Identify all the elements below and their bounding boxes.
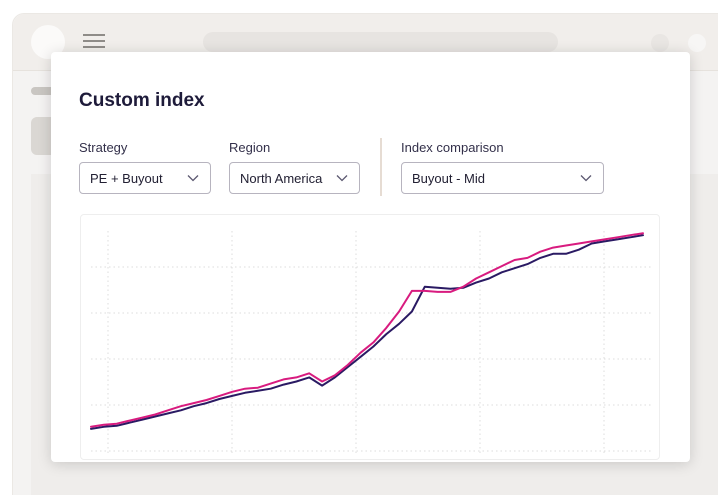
filter-divider (380, 138, 382, 196)
series-line-index (90, 234, 644, 430)
header-profile-icon[interactable] (688, 34, 706, 52)
region-select[interactable]: North America (229, 162, 360, 194)
search-bar[interactable] (203, 32, 558, 52)
region-label: Region (229, 140, 271, 155)
chevron-down-icon (336, 175, 348, 182)
header-action-icon[interactable] (651, 34, 669, 52)
strategy-select-value: PE + Buyout (90, 170, 163, 186)
chevron-down-icon (580, 175, 592, 182)
series-line-custom (90, 232, 644, 428)
chart-grid (91, 231, 651, 455)
index-comparison-select[interactable]: Buyout - Mid (401, 162, 604, 194)
hamburger-icon[interactable] (83, 34, 105, 50)
chevron-down-icon (187, 175, 199, 182)
strategy-label: Strategy (79, 140, 128, 155)
screen: Custom index Strategy PE + Buyout Region… (0, 0, 718, 495)
index-comparison-select-value: Buyout - Mid (412, 170, 485, 186)
index-comparison-label: Index comparison (401, 140, 504, 155)
chart-panel (80, 214, 660, 460)
chart-series (90, 232, 644, 430)
custom-index-dialog: Custom index Strategy PE + Buyout Region… (51, 52, 690, 462)
region-select-value: North America (240, 170, 323, 186)
line-chart (90, 231, 651, 455)
strategy-select[interactable]: PE + Buyout (79, 162, 211, 194)
dialog-title: Custom index (79, 90, 205, 111)
